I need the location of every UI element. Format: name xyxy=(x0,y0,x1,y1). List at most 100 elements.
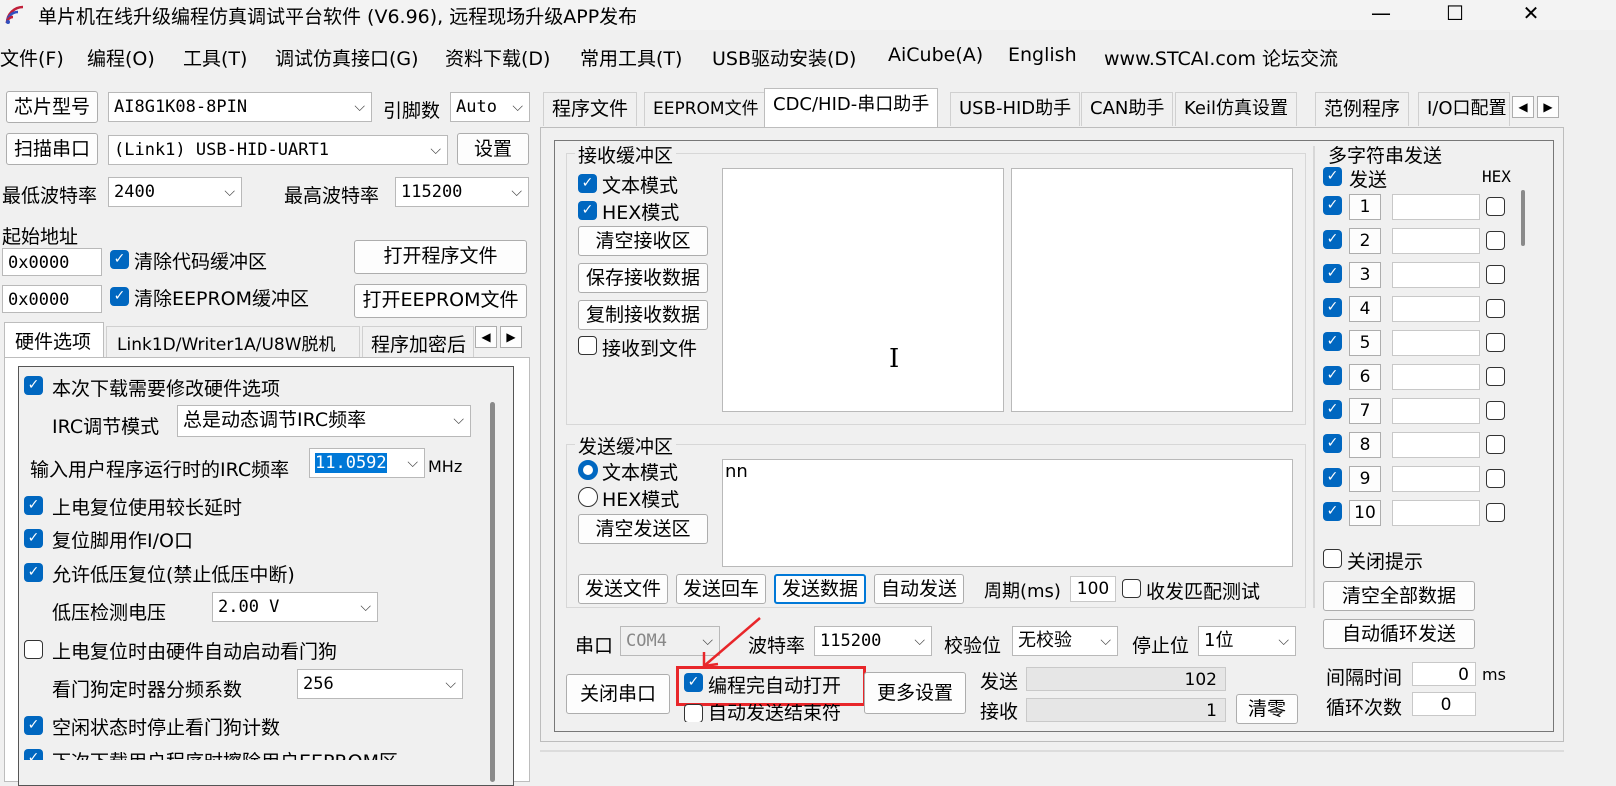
open-eeprom-file-button[interactable]: 打开EEPROM文件 xyxy=(354,284,527,318)
multi-row-send-button[interactable]: 10 xyxy=(1349,500,1381,526)
multi-row-send-button[interactable]: 3 xyxy=(1349,262,1381,288)
menu-tools[interactable]: 工具(T) xyxy=(183,44,247,71)
menu-debug[interactable]: 调试仿真接口(G) xyxy=(275,44,419,71)
multi-row-checkbox[interactable]: ✓ xyxy=(1323,434,1342,453)
interval-input[interactable]: 0 xyxy=(1412,662,1476,686)
irc-mode-select[interactable]: 总是动态调节IRC频率 ⌵ xyxy=(177,405,471,437)
receive-hex-mode-checkbox[interactable]: ✓ xyxy=(578,201,597,220)
menu-download[interactable]: 资料下载(D) xyxy=(445,44,550,71)
tab-usb-hid[interactable]: USB-HID助手 xyxy=(950,92,1081,126)
erase-eeprom-checkbox[interactable]: ✓ xyxy=(24,749,43,760)
code-address-input[interactable]: 0x0000 xyxy=(2,248,102,276)
multi-row-input[interactable] xyxy=(1392,466,1480,492)
auto-send-end-checkbox[interactable] xyxy=(684,704,703,722)
send-cr-button[interactable]: 发送回车 xyxy=(676,574,766,604)
baud-select[interactable]: 115200 ⌵ xyxy=(814,626,932,656)
multi-row-input[interactable] xyxy=(1392,500,1480,526)
eeprom-address-input[interactable]: 0x0000 xyxy=(2,285,102,313)
multi-row-checkbox[interactable]: ✓ xyxy=(1323,332,1342,351)
clear-count-button[interactable]: 清零 xyxy=(1236,694,1298,724)
tab-scroll-left-icon[interactable]: ◀ xyxy=(475,326,497,348)
long-delay-checkbox[interactable]: ✓ xyxy=(24,496,43,515)
multi-row-input[interactable] xyxy=(1392,432,1480,458)
multi-row-input[interactable] xyxy=(1392,194,1480,220)
clear-code-checkbox[interactable]: ✓ xyxy=(110,250,129,269)
tab-hardware-options[interactable]: 硬件选项 xyxy=(4,322,104,358)
max-baud-select[interactable]: 115200 ⌵ xyxy=(395,177,529,207)
clear-all-data-button[interactable]: 清空全部数据 xyxy=(1323,581,1475,611)
multi-row-checkbox[interactable]: ✓ xyxy=(1323,196,1342,215)
menu-file[interactable]: 文件(F) xyxy=(0,44,64,71)
tab-scroll-right-icon[interactable]: ▶ xyxy=(500,326,522,348)
menu-program[interactable]: 编程(O) xyxy=(87,44,155,71)
send-text-mode-radio[interactable] xyxy=(578,460,598,480)
send-text-area[interactable]: nn xyxy=(722,459,1293,567)
multi-row-hex-checkbox[interactable] xyxy=(1486,401,1505,420)
multi-row-hex-checkbox[interactable] xyxy=(1486,231,1505,250)
multi-row-send-button[interactable]: 9 xyxy=(1349,466,1381,492)
copy-receive-button[interactable]: 复制接收数据 xyxy=(578,300,708,330)
multi-row-checkbox[interactable]: ✓ xyxy=(1323,400,1342,419)
maximize-button[interactable]: ☐ xyxy=(1426,0,1484,30)
irc-freq-select[interactable]: 11.0592 ⌵ xyxy=(309,448,425,478)
multi-row-input[interactable] xyxy=(1392,296,1480,322)
multi-row-hex-checkbox[interactable] xyxy=(1486,265,1505,284)
receive-to-file-checkbox[interactable] xyxy=(578,336,597,355)
send-hex-mode-radio[interactable] xyxy=(578,487,598,507)
receive-text-area[interactable] xyxy=(722,168,1004,412)
close-port-button[interactable]: 关闭串口 xyxy=(566,674,670,714)
close-button[interactable]: ✕ xyxy=(1502,0,1560,30)
multi-row-hex-checkbox[interactable] xyxy=(1486,503,1505,522)
tab-examples[interactable]: 范例程序 xyxy=(1315,92,1410,126)
wdt-checkbox[interactable] xyxy=(24,640,43,659)
menu-common-tools[interactable]: 常用工具(T) xyxy=(580,44,682,71)
multi-scrollbar-thumb[interactable] xyxy=(1521,190,1525,246)
multi-row-send-button[interactable]: 6 xyxy=(1349,364,1381,390)
tab-io-config[interactable]: I/O口配置 xyxy=(1418,92,1510,126)
multi-row-input[interactable] xyxy=(1392,398,1480,424)
close-tip-checkbox[interactable] xyxy=(1323,549,1342,568)
multi-row-input[interactable] xyxy=(1392,262,1480,288)
clear-receive-button[interactable]: 清空接收区 xyxy=(578,226,708,256)
parity-select[interactable]: 无校验 ⌵ xyxy=(1012,626,1118,656)
stop-bits-select[interactable]: 1位 ⌵ xyxy=(1198,626,1296,656)
lvr-checkbox[interactable]: ✓ xyxy=(24,563,43,582)
match-test-checkbox[interactable] xyxy=(1122,579,1141,598)
multi-row-checkbox[interactable]: ✓ xyxy=(1323,264,1342,283)
tab-scroll-left-icon[interactable]: ◀ xyxy=(1512,96,1534,118)
tab-encryption[interactable]: 程序加密后 xyxy=(362,326,474,358)
loop-count-input[interactable]: 0 xyxy=(1412,692,1476,716)
multi-row-input[interactable] xyxy=(1392,228,1480,254)
multi-row-send-button[interactable]: 1 xyxy=(1349,194,1381,220)
auto-loop-send-button[interactable]: 自动循环发送 xyxy=(1323,619,1475,649)
menu-usb-driver[interactable]: USB驱动安装(D) xyxy=(712,44,856,71)
multi-row-hex-checkbox[interactable] xyxy=(1486,299,1505,318)
min-baud-select[interactable]: 2400 ⌵ xyxy=(108,177,242,207)
port-select[interactable]: (Link1) USB-HID-UART1 ⌵ xyxy=(108,135,448,165)
scrollbar-thumb[interactable] xyxy=(490,402,495,782)
clear-eeprom-checkbox[interactable]: ✓ xyxy=(110,287,129,306)
menu-forum[interactable]: www.STCAI.com 论坛交流 xyxy=(1104,44,1338,71)
wdt-div-select[interactable]: 256 ⌵ xyxy=(297,669,463,699)
multi-row-send-button[interactable]: 5 xyxy=(1349,330,1381,356)
multi-row-hex-checkbox[interactable] xyxy=(1486,469,1505,488)
settings-button[interactable]: 设置 xyxy=(457,133,529,165)
multi-row-send-button[interactable]: 7 xyxy=(1349,398,1381,424)
receive-text-mode-checkbox[interactable]: ✓ xyxy=(578,174,597,193)
tab-eeprom-file[interactable]: EEPROM文件 xyxy=(644,92,768,126)
multi-send-all-checkbox[interactable]: ✓ xyxy=(1323,167,1342,186)
lvd-select[interactable]: 2.00 V ⌵ xyxy=(212,592,378,622)
multi-row-hex-checkbox[interactable] xyxy=(1486,333,1505,352)
scan-port-button[interactable]: 扫描串口 xyxy=(6,133,98,165)
tab-keil[interactable]: Keil仿真设置 xyxy=(1175,92,1297,126)
menu-aicube[interactable]: AiCube(A) xyxy=(888,44,983,66)
open-program-file-button[interactable]: 打开程序文件 xyxy=(354,240,527,274)
reset-io-checkbox[interactable]: ✓ xyxy=(24,529,43,548)
minimize-button[interactable]: — xyxy=(1352,0,1410,30)
multi-row-input[interactable] xyxy=(1392,364,1480,390)
multi-row-hex-checkbox[interactable] xyxy=(1486,197,1505,216)
multi-row-checkbox[interactable]: ✓ xyxy=(1323,366,1342,385)
auto-send-button[interactable]: 自动发送 xyxy=(874,574,964,604)
tab-can[interactable]: CAN助手 xyxy=(1081,92,1174,126)
tab-serial-assistant[interactable]: CDC/HID-串口助手 xyxy=(764,88,939,128)
